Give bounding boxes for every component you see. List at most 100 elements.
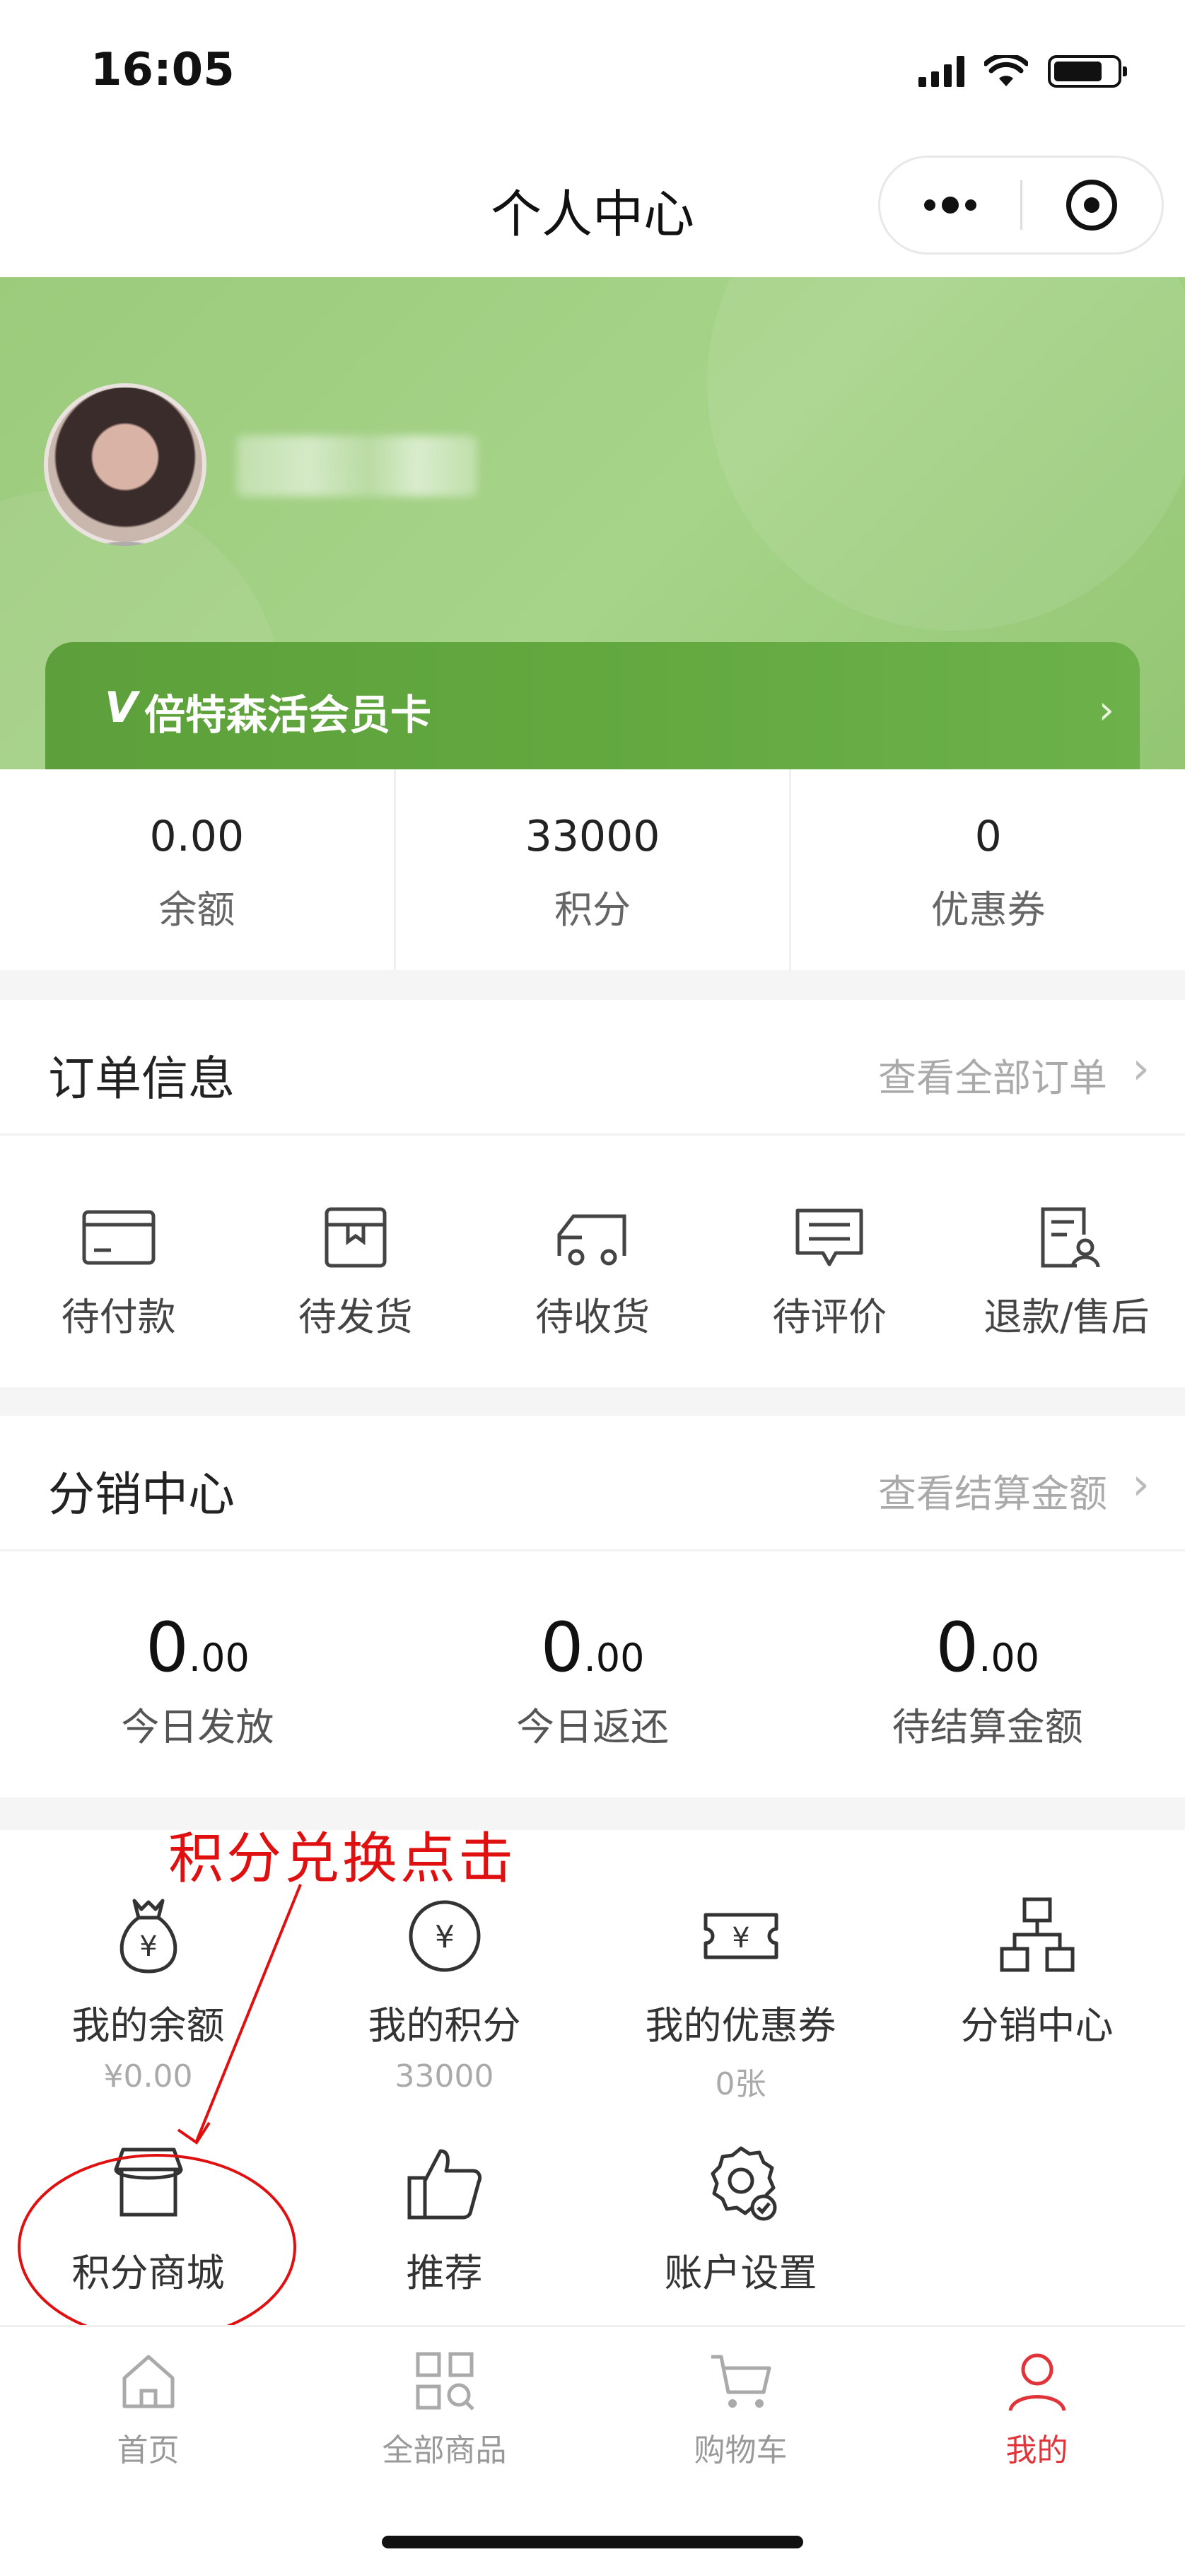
tab-mine[interactable]: 我的 [889, 2347, 1185, 2470]
profile-header: V 倍特森活会员卡 › [0, 277, 1185, 769]
signal-icon [918, 56, 964, 87]
home-icon [122, 2355, 174, 2408]
tool-points-mall[interactable]: 积分商城 [0, 2141, 296, 2297]
order-pending-review[interactable]: 待评价 [711, 1136, 948, 1387]
view-all-orders-link[interactable]: 查看全部订单 [878, 1047, 1107, 1102]
money-bag-icon: ¥ [119, 1899, 177, 1974]
order-pending-shipment[interactable]: 待发货 [237, 1136, 474, 1387]
tab-label: 首页 [117, 2432, 180, 2469]
tool-recommend[interactable]: 推荐 [296, 2141, 592, 2297]
user-icon [1008, 2353, 1066, 2411]
status-icons [918, 55, 1127, 88]
tool-label: 积分商城 [71, 2251, 225, 2295]
tools-grid: ¥ 我的余额 ¥0.00 ¥ 我的积分 33000 ¥ 我的优惠券 0张 分销中… [0, 1830, 1185, 2325]
section-title: 订单信息 [48, 1051, 235, 1106]
orders-header[interactable]: 订单信息 查看全部订单 › [0, 1000, 1185, 1136]
dist-label: 今日返还 [516, 1705, 669, 1749]
coupon-icon: ¥ [704, 1913, 778, 1959]
home-indicator [382, 2536, 803, 2548]
truck-icon [557, 1214, 626, 1266]
settings-icon [711, 2146, 776, 2221]
tool-my-points[interactable]: ¥ 我的积分 33000 [296, 1894, 592, 2094]
more-button[interactable] [880, 158, 1020, 252]
tool-sub: 33000 [395, 2058, 494, 2094]
distribution-section: 分销中心 查看结算金额 › 0.00 今日发放 0.00 今日返还 0.00 待… [0, 1416, 1185, 1797]
status-bar: 16:05 [0, 0, 1185, 141]
tool-my-balance[interactable]: ¥ 我的余额 ¥0.00 [0, 1894, 296, 2094]
svg-text:¥: ¥ [435, 1919, 455, 1955]
dist-label: 待结算金额 [892, 1705, 1083, 1749]
mini-program-capsule [878, 156, 1164, 255]
dist-today-issued: 0.00 今日发放 [0, 1551, 395, 1797]
section-title: 分销中心 [48, 1467, 235, 1522]
wifi-icon [984, 55, 1028, 86]
svg-text:¥: ¥ [732, 1922, 749, 1954]
avatar[interactable] [44, 383, 206, 546]
tool-sub: ¥0.00 [103, 2058, 193, 2094]
stat-label: 积分 [554, 887, 631, 932]
member-card-label: 倍特森活会员卡 [144, 691, 432, 739]
member-card[interactable]: V 倍特森活会员卡 › [45, 642, 1140, 769]
hierarchy-icon [1000, 1897, 1074, 1972]
stat-label: 优惠券 [930, 887, 1046, 932]
more-dots-icon [923, 197, 976, 214]
stat-points[interactable]: 33000 积分 [393, 769, 790, 970]
order-label: 待评价 [772, 1295, 887, 1339]
stat-value: 0.00 [149, 812, 245, 861]
tool-label: 我的积分 [368, 2003, 521, 2048]
order-label: 待收货 [535, 1295, 650, 1339]
tab-home[interactable]: 首页 [0, 2347, 296, 2470]
tool-sub: 0张 [715, 2066, 766, 2102]
status-time: 16:05 [91, 44, 235, 96]
tab-label: 全部商品 [382, 2432, 507, 2469]
distribution-header[interactable]: 分销中心 查看结算金额 › [0, 1416, 1185, 1551]
chevron-right-icon: › [1098, 687, 1114, 733]
tab-cart[interactable]: 购物车 [592, 2347, 889, 2470]
dist-label: 今日发放 [121, 1705, 274, 1749]
tool-label: 账户设置 [664, 2251, 817, 2295]
order-pending-receipt[interactable]: 待收货 [474, 1136, 711, 1387]
store-icon [114, 2147, 182, 2217]
member-card-logo-icon: V [105, 683, 138, 733]
yen-circle-icon: ¥ [409, 1900, 480, 1972]
order-label: 待付款 [61, 1295, 176, 1339]
comment-icon [795, 1208, 863, 1266]
chevron-right-icon: › [1132, 1458, 1150, 1510]
dist-value: 0.00 [145, 1608, 250, 1687]
target-icon [1066, 180, 1118, 231]
dist-value: 0.00 [540, 1608, 645, 1687]
order-pending-payment[interactable]: 待付款 [0, 1136, 237, 1387]
stat-balance[interactable]: 0.00 余额 [0, 769, 394, 970]
orders-section: 订单信息 查看全部订单 › 待付款 待发货 待收货 待评价 退款/售后 [0, 1000, 1185, 1387]
stat-value: 0 [974, 812, 1002, 861]
tool-distribution-center[interactable]: 分销中心 [889, 1894, 1185, 2050]
chevron-right-icon: › [1132, 1042, 1150, 1094]
stat-coupons[interactable]: 0 优惠券 [789, 769, 1185, 970]
tab-label: 我的 [1005, 2432, 1068, 2469]
battery-icon [1048, 55, 1127, 88]
order-refund-aftersale[interactable]: 退款/售后 [948, 1136, 1185, 1387]
nav-bar: 个人中心 [0, 141, 1185, 277]
nickname-blurred [237, 436, 477, 496]
card-icon [82, 1210, 156, 1265]
close-mini-program-button[interactable] [1022, 158, 1162, 252]
dist-today-returned: 0.00 今日返还 [395, 1551, 790, 1797]
tool-account-settings[interactable]: 账户设置 [592, 2141, 889, 2297]
tab-label: 购物车 [694, 2432, 788, 2469]
svg-text:¥: ¥ [139, 1930, 157, 1963]
tab-all-products[interactable]: 全部商品 [296, 2347, 592, 2470]
stat-value: 33000 [525, 812, 660, 861]
order-label: 待发货 [298, 1295, 413, 1339]
account-stats: 0.00 余额 33000 积分 0 优惠券 [0, 769, 1185, 970]
tool-label: 推荐 [406, 2251, 483, 2295]
order-label: 退款/售后 [983, 1295, 1150, 1339]
tool-label: 分销中心 [960, 2003, 1114, 2048]
tool-my-coupons[interactable]: ¥ 我的优惠券 0张 [592, 1894, 889, 2104]
dist-value: 0.00 [935, 1608, 1040, 1687]
annotation-label: 积分兑换点击 [168, 1827, 517, 1891]
grid-search-icon [416, 2352, 474, 2411]
tool-label: 我的优惠券 [645, 2003, 836, 2048]
cart-icon [711, 2355, 771, 2408]
tool-label: 我的余额 [71, 2003, 225, 2048]
view-settlement-link[interactable]: 查看结算金额 [878, 1462, 1107, 1518]
